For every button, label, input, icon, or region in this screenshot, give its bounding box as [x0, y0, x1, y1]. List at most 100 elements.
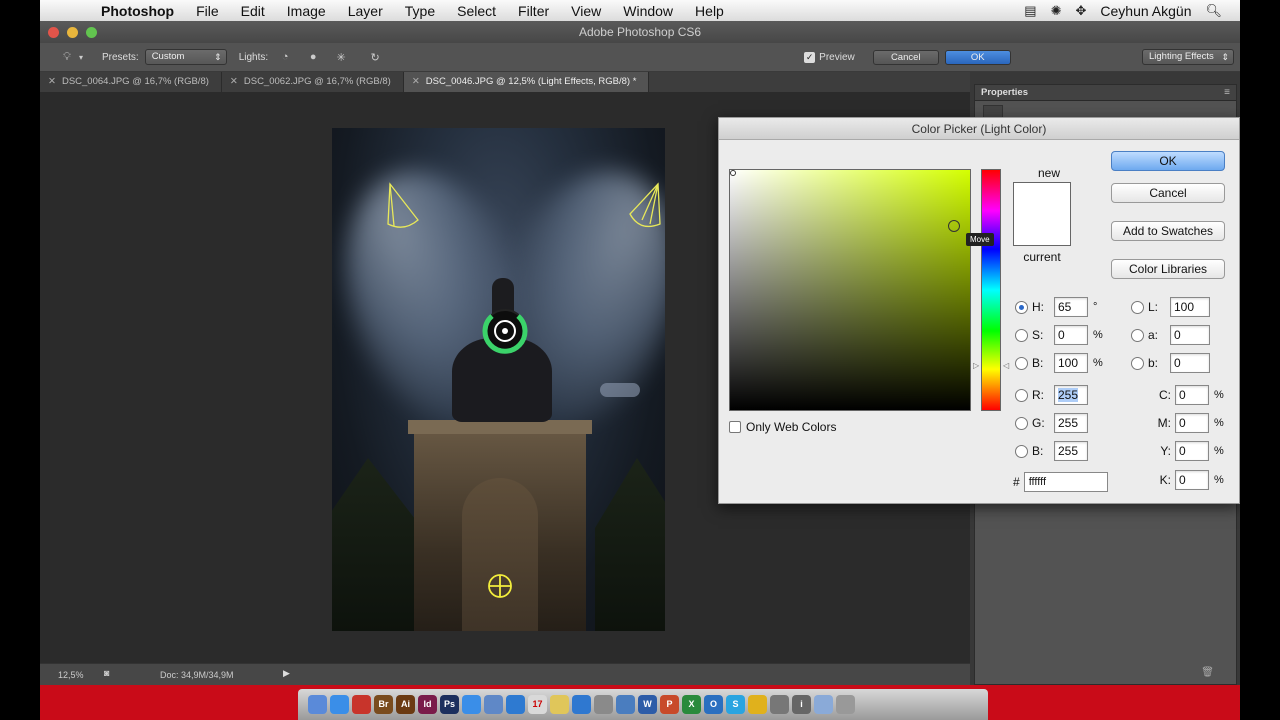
lab-l-field[interactable]: 100	[1170, 297, 1210, 317]
spotlight-search-icon[interactable]: 🔍︎	[1205, 3, 1222, 19]
chevron-down-icon[interactable]: ▾	[76, 53, 86, 62]
checkbox-box[interactable]	[729, 421, 741, 433]
workspace-select[interactable]: Lighting Effects	[1142, 49, 1234, 65]
close-tab-icon[interactable]: ✕	[412, 76, 420, 87]
preview-checkbox[interactable]: ✓ Preview	[804, 51, 855, 63]
saturation-field[interactable]: 0	[1054, 325, 1088, 345]
maximize-window-button[interactable]	[86, 27, 97, 38]
info-icon[interactable]: i	[792, 695, 811, 714]
spot-light-widget-left[interactable]	[387, 182, 419, 228]
blue-field[interactable]: 255	[1054, 441, 1088, 461]
hex-field[interactable]: ffffff	[1023, 472, 1108, 492]
lab-a-field[interactable]: 0	[1170, 325, 1210, 345]
chrome-icon[interactable]	[748, 695, 767, 714]
menu-app-name[interactable]: Photoshop	[90, 3, 185, 19]
folder-icon[interactable]	[814, 695, 833, 714]
close-window-button[interactable]	[48, 27, 59, 38]
photoshop-icon[interactable]: Ps	[440, 695, 459, 714]
lab-a-radio[interactable]	[1131, 328, 1144, 342]
zoom-level[interactable]: 12,5%	[58, 670, 84, 680]
hue-slider-right-arrow-icon[interactable]: ◁	[1003, 361, 1009, 370]
notes-icon[interactable]	[550, 695, 569, 714]
red-field[interactable]: 255	[1054, 385, 1088, 405]
menu-select[interactable]: Select	[446, 3, 507, 19]
trash-icon[interactable]	[836, 695, 855, 714]
point-light-widget[interactable]	[488, 574, 512, 598]
infinite-light-icon[interactable]: ✳	[332, 51, 350, 64]
panel-menu-icon[interactable]: ≡	[1224, 87, 1230, 98]
options-cancel-button[interactable]: Cancel	[872, 49, 939, 65]
color-field-cursor[interactable]	[948, 220, 960, 232]
globe-icon[interactable]	[462, 695, 481, 714]
green-field[interactable]: 255	[1054, 413, 1088, 433]
lab-b-radio[interactable]	[1131, 356, 1144, 370]
move-cross-icon[interactable]: ✥	[1076, 3, 1087, 19]
preview-icon[interactable]	[616, 695, 635, 714]
outlook-icon[interactable]: O	[704, 695, 723, 714]
status-share-icon[interactable]: ◙	[104, 668, 109, 678]
powerpoint-icon[interactable]: P	[660, 695, 679, 714]
brightness-radio[interactable]	[1015, 356, 1028, 370]
doc-size[interactable]: Doc: 34,9M/34,9M	[160, 670, 234, 680]
calendar-icon[interactable]: 17	[528, 695, 547, 714]
menu-filter[interactable]: Filter	[507, 3, 560, 19]
hue-field[interactable]: 65	[1054, 297, 1088, 317]
doc-tab-active[interactable]: ✕ DSC_0046.JPG @ 12,5% (Light Effects, RG…	[403, 72, 650, 92]
acrobat-icon[interactable]	[352, 695, 371, 714]
close-tab-icon[interactable]: ✕	[230, 76, 238, 87]
doc-tab[interactable]: ✕ DSC_0064.JPG @ 16,7% (RGB/8)	[40, 72, 222, 92]
picker-cancel-button[interactable]: Cancel	[1111, 183, 1225, 203]
point-light-icon[interactable]: ●	[304, 51, 322, 63]
lab-l-radio[interactable]	[1131, 300, 1144, 314]
status-menu-arrow-icon[interactable]: ▶	[283, 668, 290, 679]
document-image[interactable]	[332, 128, 665, 631]
appstore-icon[interactable]	[572, 695, 591, 714]
brightness-field[interactable]: 100	[1054, 353, 1088, 373]
word-icon[interactable]: W	[638, 695, 657, 714]
yellow-field[interactable]: 0	[1175, 441, 1209, 461]
reset-light-icon[interactable]: ↻	[366, 51, 384, 64]
minimize-window-button[interactable]	[67, 27, 78, 38]
menu-view[interactable]: View	[560, 3, 612, 19]
spot-light-widget-right[interactable]	[629, 182, 661, 228]
lightbulb-tool-icon[interactable]: 💡︎	[58, 51, 76, 64]
green-radio[interactable]	[1015, 416, 1028, 430]
blue-radio[interactable]	[1015, 444, 1028, 458]
close-tab-icon[interactable]: ✕	[48, 76, 56, 87]
magnifier-icon[interactable]	[770, 695, 789, 714]
user-name[interactable]: Ceyhun Akgün	[1100, 3, 1191, 19]
options-ok-button[interactable]: OK	[944, 49, 1011, 65]
cyan-field[interactable]: 0	[1175, 385, 1209, 405]
film-strip-icon[interactable]: ▤	[1024, 3, 1036, 19]
trash-icon[interactable]: 🗑︎	[1201, 667, 1214, 678]
menu-window[interactable]: Window	[612, 3, 684, 19]
color-libraries-button[interactable]: Color Libraries	[1111, 259, 1225, 279]
hue-radio[interactable]	[1015, 300, 1028, 314]
mail-icon[interactable]	[484, 695, 503, 714]
menu-file[interactable]: File	[185, 3, 230, 19]
magenta-field[interactable]: 0	[1175, 413, 1209, 433]
finder-icon[interactable]	[308, 695, 327, 714]
system-prefs-icon[interactable]	[594, 695, 613, 714]
add-to-swatches-button[interactable]: Add to Swatches	[1111, 221, 1225, 241]
spot-light-icon[interactable]: ◔	[276, 51, 294, 63]
menu-edit[interactable]: Edit	[230, 3, 276, 19]
color-picker-title[interactable]: Color Picker (Light Color)	[719, 118, 1239, 140]
safari-icon[interactable]	[330, 695, 349, 714]
light-intensity-ring[interactable]	[482, 309, 528, 354]
excel-icon[interactable]: X	[682, 695, 701, 714]
menu-layer[interactable]: Layer	[337, 3, 394, 19]
saturation-brightness-field[interactable]	[729, 169, 971, 411]
indesign-icon[interactable]: Id	[418, 695, 437, 714]
hue-slider-left-arrow-icon[interactable]: ▷	[973, 361, 979, 370]
itunes-icon[interactable]	[506, 695, 525, 714]
bridge-icon[interactable]: Br	[374, 695, 393, 714]
properties-title[interactable]: Properties	[981, 87, 1028, 98]
lab-b-field[interactable]: 0	[1170, 353, 1210, 373]
only-web-colors-checkbox[interactable]: Only Web Colors	[729, 420, 836, 434]
illustrator-icon[interactable]: Ai	[396, 695, 415, 714]
picker-ok-button[interactable]: OK	[1111, 151, 1225, 171]
black-field[interactable]: 0	[1175, 470, 1209, 490]
skype-icon[interactable]: S	[726, 695, 745, 714]
red-radio[interactable]	[1015, 388, 1028, 402]
